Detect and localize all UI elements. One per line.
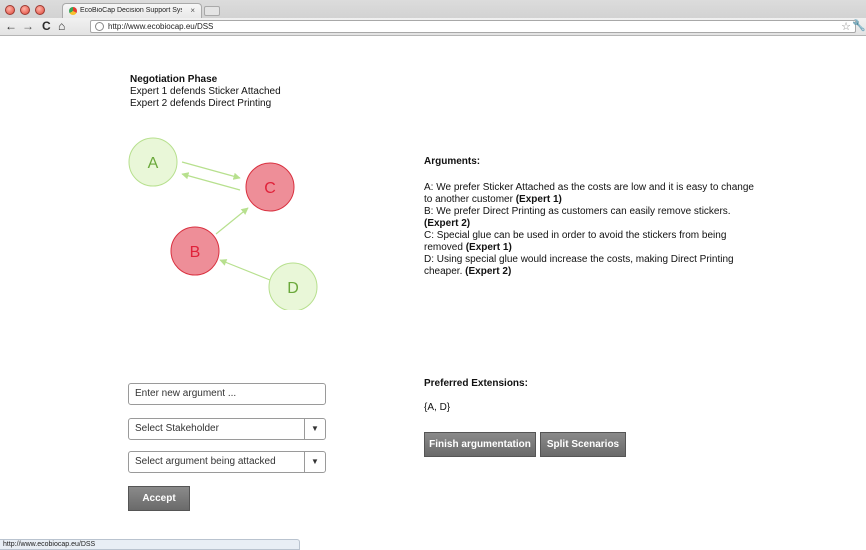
phase-info: Negotiation Phase Expert 1 defends Stick… — [130, 74, 281, 110]
new-argument-input[interactable]: Enter new argument ... — [128, 383, 326, 405]
node-d[interactable]: D — [268, 262, 318, 310]
browser-toolbar: ← → C ⌂ http://www.ecobiocap.eu/DSS ☆ 🔧 — [0, 18, 866, 36]
argument-c: C: Special glue can be used in order to … — [424, 230, 754, 254]
node-b-label: B — [190, 244, 201, 261]
chevron-down-icon[interactable]: ▼ — [304, 419, 325, 439]
split-scenarios-button[interactable]: Split Scenarios — [540, 432, 626, 457]
edge-a-to-c — [181, 161, 241, 180]
argument-c-expert: (Expert 1) — [465, 242, 512, 253]
wrench-icon[interactable]: 🔧 — [852, 19, 866, 32]
node-c[interactable]: C — [245, 162, 295, 212]
argument-a-expert: (Expert 1) — [515, 194, 562, 205]
argument-b: B: We prefer Direct Printing as customer… — [424, 206, 754, 230]
globe-icon — [95, 22, 104, 31]
argument-b-text: B: We prefer Direct Printing as customer… — [424, 206, 731, 217]
expert1-stance: Expert 1 defends Sticker Attached — [130, 86, 281, 97]
preferred-heading: Preferred Extensions: — [424, 378, 528, 389]
arguments-heading: Arguments: — [424, 156, 481, 167]
edge-d-to-b — [219, 259, 271, 281]
node-d-label: D — [287, 280, 299, 297]
node-a[interactable]: A — [128, 137, 178, 187]
stakeholder-select-value: Select Stakeholder — [135, 423, 219, 434]
expert2-stance: Expert 2 defends Direct Printing — [130, 98, 272, 109]
reload-icon[interactable]: C — [42, 19, 51, 33]
maximize-window-button[interactable] — [35, 5, 45, 15]
url-text: http://www.ecobiocap.eu/DSS — [108, 22, 214, 31]
browser-tab[interactable]: EcoBioCap Decision Support Sys × — [62, 3, 202, 18]
chrome-favicon-icon — [69, 7, 77, 15]
attacked-select-value: Select argument being attacked — [135, 456, 276, 467]
chevron-down-icon[interactable]: ▼ — [304, 452, 325, 472]
node-a-label: A — [148, 155, 159, 172]
browser-chrome: EcoBioCap Decision Support Sys × ← → C ⌂… — [0, 0, 866, 36]
node-b[interactable]: B — [170, 226, 220, 276]
phase-title: Negotiation Phase — [130, 74, 218, 85]
argument-graph: A C B D — [128, 137, 318, 310]
argument-d: D: Using special glue would increase the… — [424, 254, 754, 278]
accept-button[interactable]: Accept — [128, 486, 190, 511]
argument-a-text: A: We prefer Sticker Attached as the cos… — [424, 182, 754, 205]
finish-argumentation-button[interactable]: Finish argumentation — [424, 432, 536, 457]
status-bar: http://www.ecobiocap.eu/DSS — [0, 539, 300, 550]
home-icon[interactable]: ⌂ — [58, 19, 65, 33]
argument-a: A: We prefer Sticker Attached as the cos… — [424, 182, 754, 206]
node-c-label: C — [264, 180, 276, 197]
back-arrow-icon[interactable]: ← — [5, 19, 17, 33]
arguments-panel: Arguments: A: We prefer Sticker Attached… — [424, 156, 754, 278]
attacked-argument-select[interactable]: Select argument being attacked ▼ — [128, 451, 326, 473]
preferred-value: {A, D} — [424, 402, 451, 413]
close-window-button[interactable] — [5, 5, 15, 15]
tab-title: EcoBioCap Decision Support Sys — [80, 7, 182, 14]
edge-c-to-a — [181, 172, 241, 191]
address-bar[interactable]: http://www.ecobiocap.eu/DSS ☆ — [90, 20, 856, 33]
tab-strip: EcoBioCap Decision Support Sys × — [0, 0, 866, 18]
argument-b-expert: (Expert 2) — [424, 218, 471, 229]
new-tab-button[interactable] — [204, 6, 220, 16]
forward-arrow-icon[interactable]: → — [22, 19, 34, 33]
stakeholder-select[interactable]: Select Stakeholder ▼ — [128, 418, 326, 440]
tab-close-icon[interactable]: × — [190, 6, 195, 15]
edge-b-to-c — [215, 207, 249, 235]
argument-d-expert: (Expert 2) — [465, 266, 512, 277]
minimize-window-button[interactable] — [20, 5, 30, 15]
preferred-extensions: Preferred Extensions: {A, D} — [424, 378, 528, 413]
bookmark-star-icon[interactable]: ☆ — [841, 20, 851, 33]
